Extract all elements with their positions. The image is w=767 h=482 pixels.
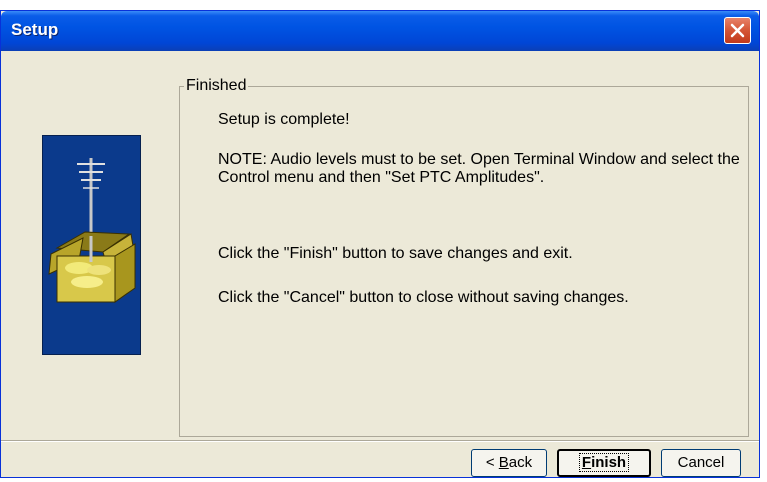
complete-message: Setup is complete!: [218, 111, 350, 128]
setup-box-antenna-icon: [42, 135, 141, 355]
close-button[interactable]: [724, 17, 751, 44]
window-title: Setup: [11, 20, 59, 39]
finish-button[interactable]: Finish: [557, 449, 651, 477]
group-legend: Finished: [186, 77, 247, 94]
back-button[interactable]: < Back: [471, 449, 547, 477]
setup-dialog: Setup Finished Setup is complete! NOTE: …: [0, 10, 760, 478]
cancel-button[interactable]: Cancel: [661, 449, 741, 477]
title-bar[interactable]: Setup: [1, 11, 759, 51]
button-divider: [1, 440, 759, 442]
note-message: NOTE: Audio levels must to be set. Open …: [218, 151, 740, 186]
finish-instruction: Click the "Finish" button to save change…: [218, 245, 573, 262]
cancel-instruction: Click the "Cancel" button to close witho…: [218, 289, 629, 306]
close-icon: [730, 23, 745, 38]
dialog-body: Finished Setup is complete! NOTE: Audio …: [1, 51, 759, 477]
